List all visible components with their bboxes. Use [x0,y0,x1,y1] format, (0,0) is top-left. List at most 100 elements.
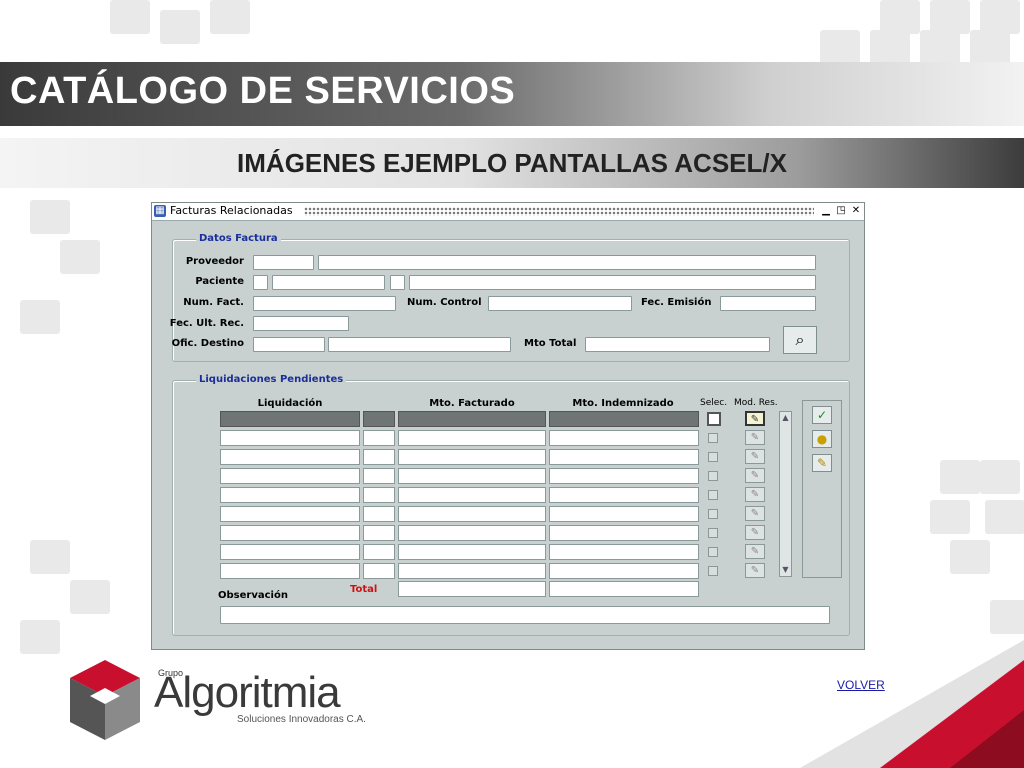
background-square [70,580,110,614]
mto-facturado-cell[interactable] [398,411,546,427]
selec-checkbox[interactable] [708,528,718,538]
mto-facturado-cell[interactable] [398,525,546,541]
liquidacion-cell[interactable] [220,525,360,541]
mto-indemnizado-cell[interactable] [549,506,699,522]
observacion-field[interactable] [220,606,830,624]
background-square [940,460,980,494]
selec-checkbox[interactable] [708,547,718,557]
mto-indemnizado-cell[interactable] [549,525,699,541]
mto-indemnizado-cell[interactable] [549,468,699,484]
mto-facturado-cell[interactable] [398,487,546,503]
mod-res-button[interactable]: ✎ [745,411,765,426]
fec-ult-rec-label: Fec. Ult. Rec. [169,318,244,329]
mto-facturado-cell[interactable] [398,468,546,484]
background-square [110,0,150,34]
num-control-label: Num. Control [407,297,482,308]
maximize-icon[interactable]: ◳ [835,205,847,217]
mod-res-button[interactable]: ✎ [745,544,765,559]
selec-checkbox[interactable] [708,433,718,443]
liquidacion-cell[interactable] [220,449,360,465]
paciente-id-field[interactable] [272,275,385,290]
mto-facturado-cell[interactable] [398,544,546,560]
proveedor-code-field[interactable] [253,255,314,270]
mto-indemnizado-cell[interactable] [549,430,699,446]
titlebar-grip [304,207,814,216]
fec-emision-label: Fec. Emisión [641,297,712,308]
col-header-mto-indemnizado: Mto. Indemnizado [572,398,674,409]
num-fact-field[interactable] [253,296,396,311]
proveedor-name-field[interactable] [318,255,816,270]
paciente-type-field[interactable] [253,275,268,290]
mto-indemnizado-cell[interactable] [549,449,699,465]
mod-res-button[interactable]: ✎ [745,468,765,483]
mto-indemnizado-cell[interactable] [549,487,699,503]
selec-checkbox[interactable] [708,509,718,519]
liquidacion-cell[interactable] [220,411,360,427]
liquidacion-cell[interactable] [220,487,360,503]
pin-icon[interactable]: ✎ [812,454,832,472]
mod-res-button[interactable]: ✎ [745,487,765,502]
table-scrollbar[interactable]: ▲ ▼ [779,411,792,577]
ofic-destino-code-field[interactable] [253,337,325,352]
background-square [980,460,1020,494]
checkmark-icon[interactable]: ✓ [812,406,832,424]
liquidacion-cell[interactable] [220,544,360,560]
mto-facturado-cell[interactable] [398,430,546,446]
circle-icon[interactable]: ● [812,430,832,448]
minimize-icon[interactable]: ▁ [820,205,832,217]
mto-indemnizado-cell[interactable] [549,544,699,560]
background-square [970,30,1010,64]
mto-facturado-cell[interactable] [398,449,546,465]
selec-checkbox[interactable] [708,471,718,481]
mod-res-button[interactable]: ✎ [745,449,765,464]
paciente-name-field[interactable] [409,275,816,290]
background-square [930,500,970,534]
liquidacion-cell[interactable] [220,563,360,579]
background-square [985,500,1024,534]
total-facturado-field[interactable] [398,581,546,597]
liquidaciones-label: Liquidaciones Pendientes [196,374,347,385]
binoculars-icon[interactable]: ⌕ [783,326,817,354]
liquidacion-sub-cell[interactable] [363,411,395,427]
mto-indemnizado-cell[interactable] [549,411,699,427]
liquidacion-sub-cell[interactable] [363,544,395,560]
liquidacion-sub-cell[interactable] [363,449,395,465]
liquidacion-sub-cell[interactable] [363,430,395,446]
window-titlebar[interactable]: ▦ Facturas Relacionadas ▁ ◳ ✕ [152,203,864,221]
background-square [820,30,860,64]
selec-checkbox[interactable] [707,412,721,426]
mod-res-button[interactable]: ✎ [745,430,765,445]
selec-checkbox[interactable] [708,490,718,500]
liquidacion-sub-cell[interactable] [363,525,395,541]
fec-ult-rec-field[interactable] [253,316,349,331]
liquidacion-sub-cell[interactable] [363,506,395,522]
liquidacion-cell[interactable] [220,468,360,484]
window-app-icon: ▦ [154,205,166,217]
total-indemnizado-field[interactable] [549,581,699,597]
selec-checkbox[interactable] [708,452,718,462]
ofic-destino-name-field[interactable] [328,337,511,352]
mto-facturado-cell[interactable] [398,563,546,579]
paciente-sub-field[interactable] [390,275,405,290]
mod-res-button[interactable]: ✎ [745,563,765,578]
datos-factura-label: Datos Factura [196,233,281,244]
selec-checkbox[interactable] [708,566,718,576]
mto-total-field[interactable] [585,337,770,352]
scroll-up-icon[interactable]: ▲ [780,412,791,424]
scroll-down-icon[interactable]: ▼ [780,564,791,576]
mod-res-button[interactable]: ✎ [745,506,765,521]
liquidacion-sub-cell[interactable] [363,563,395,579]
mod-res-button[interactable]: ✎ [745,525,765,540]
mto-facturado-cell[interactable] [398,506,546,522]
fec-emision-field[interactable] [720,296,816,311]
liquidacion-sub-cell[interactable] [363,487,395,503]
mto-indemnizado-cell[interactable] [549,563,699,579]
logo-cube-icon [70,660,140,740]
liquidacion-sub-cell[interactable] [363,468,395,484]
num-control-field[interactable] [488,296,632,311]
background-square [30,540,70,574]
liquidacion-cell[interactable] [220,430,360,446]
close-icon[interactable]: ✕ [850,205,862,217]
liquidacion-cell[interactable] [220,506,360,522]
background-square [920,30,960,64]
